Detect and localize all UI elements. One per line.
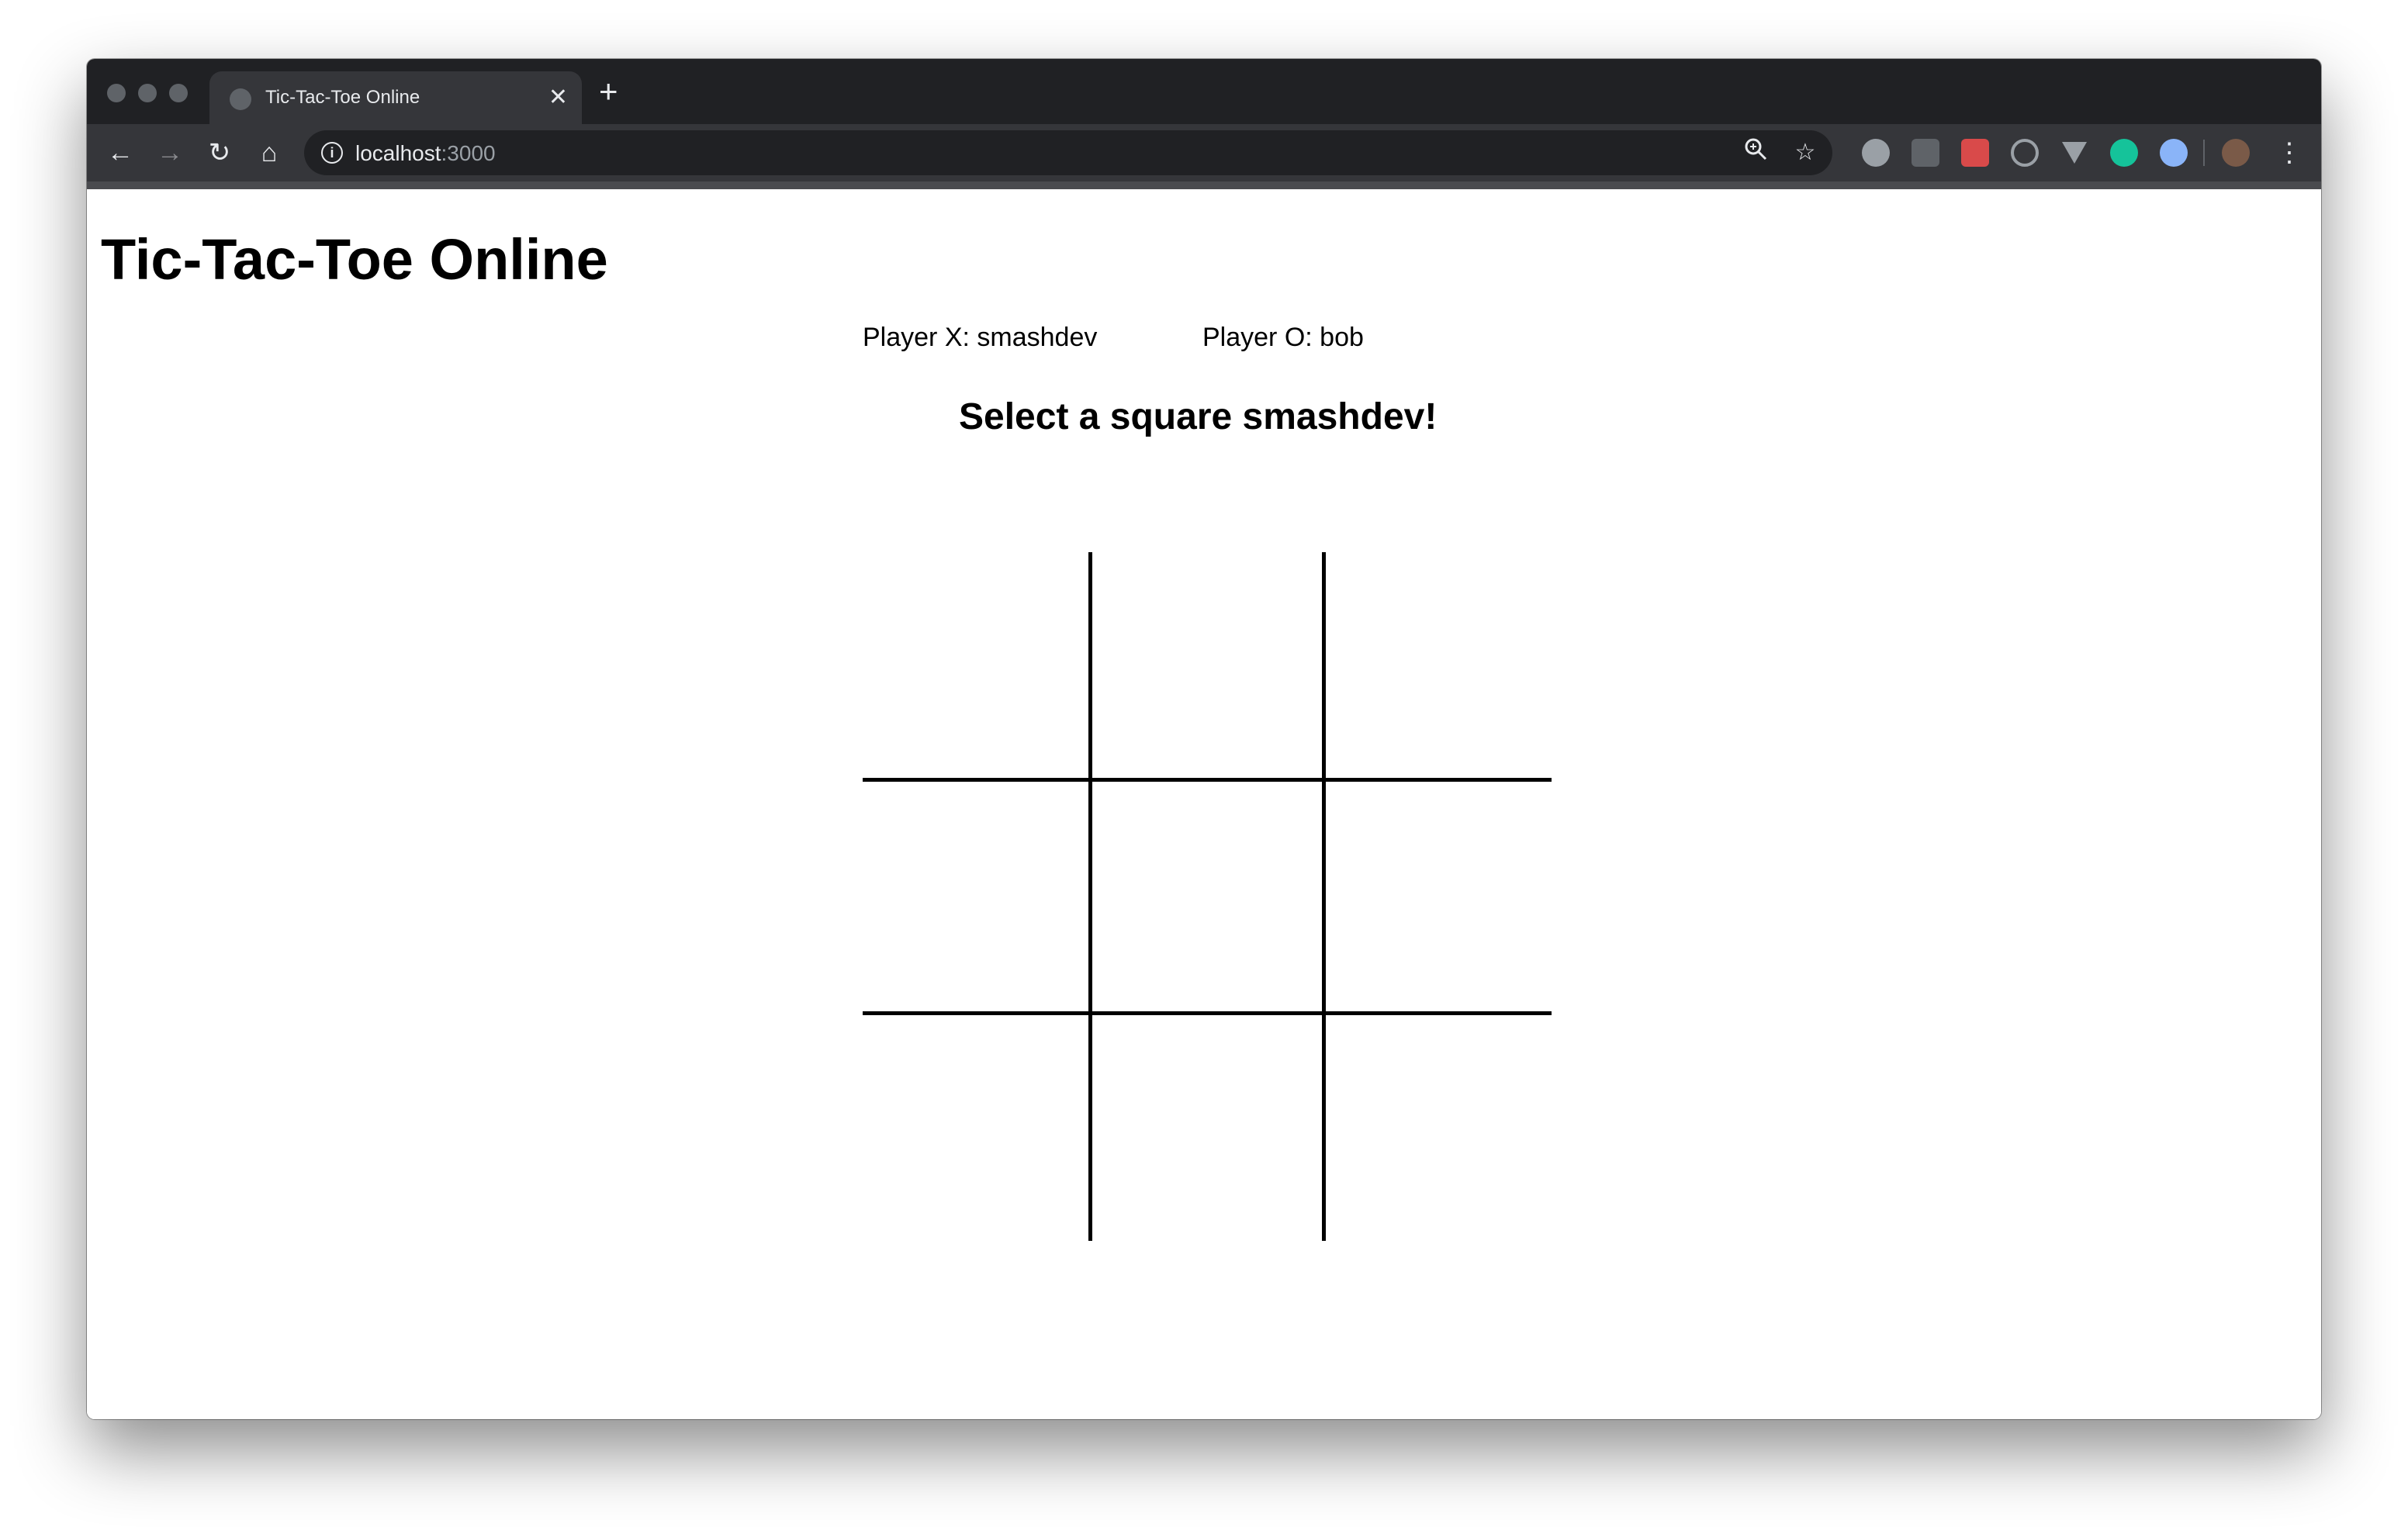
page-content: Tic-Tac-Toe Online Player X: smashdev Pl… (87, 189, 2321, 1419)
board-square-6[interactable] (1322, 782, 1552, 1011)
address-bar[interactable]: i localhost:3000 ☆ (304, 130, 1832, 175)
minimize-window-button[interactable] (138, 84, 157, 102)
board-square-3[interactable] (1322, 552, 1552, 782)
turn-prompt: Select a square smashdev! (959, 396, 1438, 437)
board-square-4[interactable] (863, 782, 1092, 1011)
extension-red-icon[interactable] (1961, 139, 1989, 167)
board-square-9[interactable] (1322, 1011, 1552, 1241)
tab-title: Tic-Tac-Toe Online (265, 87, 420, 108)
browser-toolbar: ← → ↻ ⌂ i localhost:3000 ☆ ⋮ (87, 124, 2321, 189)
game-board (863, 552, 1552, 1241)
back-icon[interactable]: ← (101, 133, 140, 172)
maximize-window-button[interactable] (169, 84, 188, 102)
reload-icon[interactable]: ↻ (200, 133, 239, 172)
page-title: Tic-Tac-Toe Online (101, 227, 608, 292)
board-square-1[interactable] (863, 552, 1092, 782)
grammarly-icon[interactable] (2110, 139, 2138, 167)
forward-icon[interactable]: → (150, 133, 189, 172)
board-square-8[interactable] (1092, 1011, 1322, 1241)
player-o-label: Player O: bob (1202, 323, 1364, 352)
info-icon[interactable]: i (321, 142, 343, 164)
tab-strip: Tic-Tac-Toe Online ✕ + (87, 59, 2321, 124)
zoom-icon[interactable] (1739, 136, 1772, 169)
star-icon[interactable]: ☆ (1789, 136, 1822, 169)
avatar[interactable] (2222, 139, 2250, 167)
url-text[interactable]: localhost:3000 (355, 141, 496, 166)
close-tab-icon[interactable]: ✕ (548, 82, 568, 113)
browser-window: Tic-Tac-Toe Online ✕ + ← → ↻ ⌂ i localho… (87, 59, 2321, 1419)
board-square-2[interactable] (1092, 552, 1322, 782)
new-tab-button[interactable]: + (599, 74, 618, 109)
player-x-label: Player X: smashdev (863, 323, 1098, 352)
extension-vue-icon[interactable] (2060, 139, 2088, 167)
extension-speech-icon[interactable] (1862, 139, 1890, 167)
extension-target-icon[interactable] (2011, 139, 2039, 167)
close-window-button[interactable] (107, 84, 126, 102)
board-square-5[interactable] (1092, 782, 1322, 1011)
kebab-menu-icon[interactable]: ⋮ (2270, 133, 2309, 172)
toolbar-divider (2203, 140, 2205, 166)
home-icon[interactable]: ⌂ (250, 133, 289, 172)
globe-icon (230, 88, 251, 110)
extension-blue-icon[interactable] (2160, 139, 2188, 167)
extension-mail-icon[interactable] (1912, 139, 1939, 167)
board-square-7[interactable] (863, 1011, 1092, 1241)
browser-tab[interactable]: Tic-Tac-Toe Online ✕ (209, 71, 582, 124)
